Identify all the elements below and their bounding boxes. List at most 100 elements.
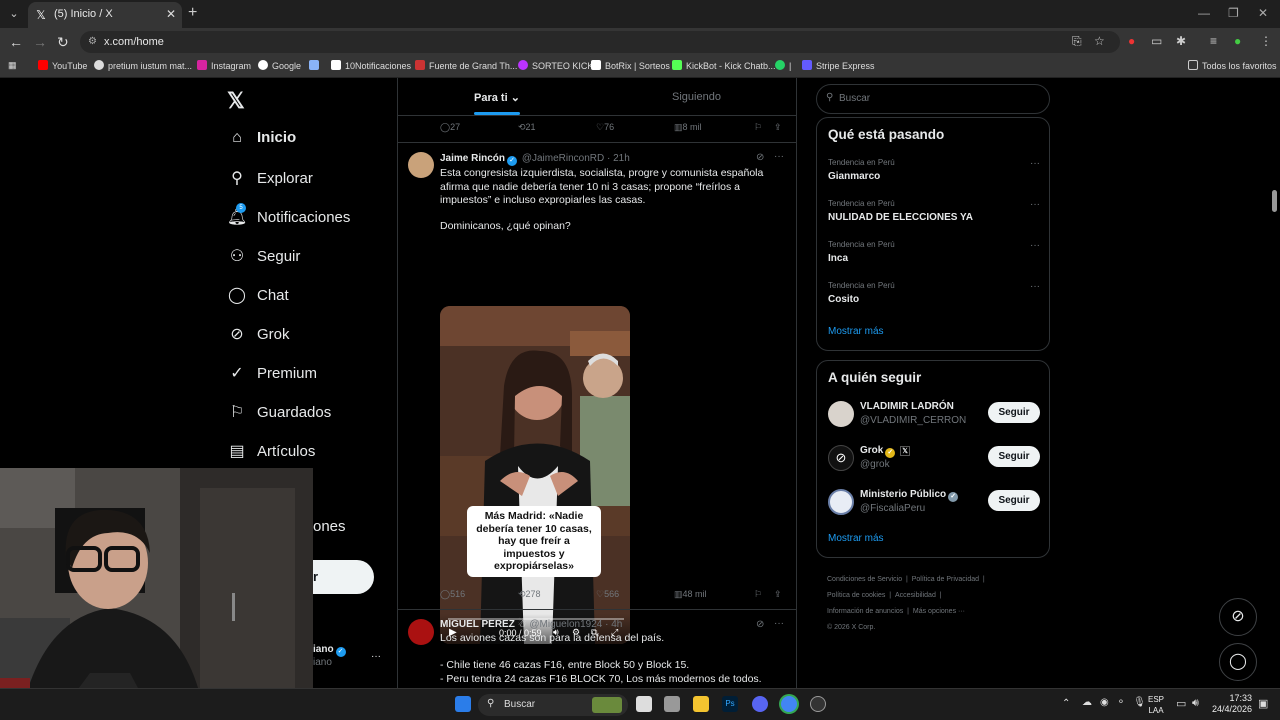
profile-avatar[interactable]: ● [1234, 34, 1241, 48]
trend-item[interactable]: Tendencia en Perú Gianmarco ··· [828, 158, 1040, 182]
search-input[interactable]: ⚲ Buscar [816, 84, 1050, 114]
reply-button[interactable]: ◯ 27 [440, 122, 460, 133]
bookmark-youtube[interactable]: YouTube [38, 60, 87, 71]
star-icon[interactable]: ☆ [1094, 34, 1105, 48]
bookmark-instagram[interactable]: Instagram [197, 60, 251, 71]
avatar[interactable] [408, 619, 434, 645]
all-bookmarks[interactable]: Todos los favoritos [1188, 60, 1277, 71]
views-count[interactable]: ▥ 48 mil [674, 589, 707, 600]
author-name[interactable]: MIGUEL PEREZ [440, 619, 515, 630]
bookmark-whatsapp[interactable]: | [775, 60, 791, 71]
like-button[interactable]: ♡ 566 [596, 589, 619, 600]
follow-button[interactable]: Seguir [988, 446, 1040, 467]
windows-start-icon[interactable] [455, 696, 471, 712]
repost-button[interactable]: ⟲ 21 [518, 122, 536, 133]
footer-link[interactable]: Condiciones de Servicio [827, 576, 902, 583]
tab-para-ti[interactable]: Para ti ⌄ [474, 91, 520, 104]
avatar[interactable] [408, 152, 434, 178]
forward-icon[interactable]: → [33, 34, 47, 50]
footer-link[interactable]: Accesibilidad [895, 592, 936, 599]
sidebar-item-explorar[interactable]: ⚲ Explorar [226, 168, 313, 196]
apps-icon[interactable]: ▦ [8, 60, 17, 71]
back-icon[interactable]: ← [9, 34, 23, 50]
close-tab-icon[interactable]: ✕ [166, 7, 176, 21]
sidebar-item-notificaciones[interactable]: 🔔︎ 5 Notificaciones [226, 203, 350, 235]
tray-icons[interactable]: ☁◉⚬🎙︎ [1082, 697, 1154, 708]
page-scrollbar[interactable] [1272, 190, 1277, 212]
author-handle[interactable]: @JaimeRinconRD [522, 153, 604, 164]
grok-fab-icon[interactable]: ⊘ [1219, 598, 1257, 636]
tweet-jaime-rincon[interactable]: Jaime Rincón ✓ @JaimeRinconRD · 21h ⊘ ···… [398, 143, 796, 644]
suggestion-name[interactable]: Grok ✓ 𝕏 [860, 445, 911, 458]
follow-button[interactable]: Seguir [988, 402, 1040, 423]
discord-icon[interactable] [752, 696, 768, 712]
like-button[interactable]: ♡ 76 [596, 122, 614, 133]
media-icon[interactable]: ≡ [1210, 34, 1217, 48]
extension-icon[interactable]: ▭ [1151, 34, 1162, 48]
suggestion-handle[interactable]: @VLADIMIR_CERRON [860, 415, 966, 426]
avatar[interactable] [828, 401, 854, 427]
trend-item[interactable]: Tendencia en Perú Cosito ··· [828, 281, 1040, 305]
bookmark-google[interactable]: Google [258, 60, 301, 71]
follow-suggestion[interactable]: ⊘ Grok ✓ 𝕏 @grok Seguir [828, 443, 1040, 475]
reload-icon[interactable]: ↻ [57, 34, 69, 51]
install-icon[interactable]: ⎘ [1072, 34, 1082, 49]
address-bar[interactable]: ⚙ x.com/home [80, 31, 1120, 53]
grok-tweet-icon[interactable]: ⊘ [756, 152, 764, 163]
grok-avatar-icon[interactable]: ⊘ [828, 445, 854, 471]
sidebar-item-guardados[interactable]: ⚐ Guardados [226, 402, 331, 430]
share-icon[interactable]: ⇪ [774, 122, 782, 133]
x-logo-icon[interactable]: 𝕏 [227, 88, 245, 114]
footer-link[interactable]: Más opciones ··· [913, 608, 965, 615]
bookmark-pretium[interactable]: pretium iustum mat... [94, 60, 192, 71]
tweet-miguel-perez[interactable]: MIGUEL PEREZ ☃ @Miguelon1924 · 4h ⊘ ··· … [398, 610, 796, 688]
sidebar-item-articulos[interactable]: ▤ Artículos [226, 441, 315, 469]
show-more-link[interactable]: Mostrar más [828, 326, 884, 337]
trend-more-icon[interactable]: ··· [1030, 281, 1040, 292]
extension-red-icon[interactable]: ● [1128, 34, 1135, 48]
views-count[interactable]: ▥ 8 mil [674, 122, 702, 133]
suggestion-name[interactable]: VLADIMIR LADRÓN [860, 401, 954, 412]
minimize-icon[interactable]: — [1198, 6, 1210, 20]
trend-item[interactable]: Tendencia en Perú Inca ··· [828, 240, 1040, 264]
tweet-more-icon[interactable]: ··· [774, 618, 784, 629]
tweet-more-icon[interactable]: ··· [774, 151, 784, 162]
taskbar-search[interactable]: ⚲ Buscar [478, 694, 628, 716]
follow-suggestion[interactable]: VLADIMIR LADRÓN @VLADIMIR_CERRON Seguir [828, 399, 1040, 431]
bookmark-10notificaciones[interactable]: 10Notificaciones [331, 60, 411, 71]
task-view-icon[interactable] [636, 696, 652, 712]
share-icon[interactable]: ⇪ [774, 589, 782, 600]
puzzle-icon[interactable]: ✱ [1176, 34, 1186, 48]
trend-more-icon[interactable]: ··· [1030, 199, 1040, 210]
bookmark-tweet-icon[interactable]: ⚐ [754, 122, 762, 133]
profile-switcher[interactable]: iano ✓ iano ··· [313, 644, 383, 676]
follow-suggestion[interactable]: Ministerio Público ✓ @FiscaliaPeru Seguir [828, 487, 1040, 519]
browser-tab[interactable]: 𝕏 (5) Inicio / X ✕ [28, 2, 182, 28]
repost-button[interactable]: ⟲ 278 [518, 589, 541, 600]
site-info-icon[interactable]: ⚙ [88, 36, 97, 47]
bookmark-grand-theft[interactable]: Fuente de Grand Th... [415, 60, 517, 71]
sidebar-item-inicio[interactable]: ⌂ Inicio [226, 129, 296, 157]
sidebar-item-seguir[interactable]: ⚇ Seguir [226, 246, 301, 274]
trend-more-icon[interactable]: ··· [1030, 240, 1040, 251]
footer-link[interactable]: Política de cookies [827, 592, 885, 599]
app-icon[interactable] [664, 696, 680, 712]
suggestion-handle[interactable]: @FiscaliaPeru [860, 503, 925, 514]
tweet-time[interactable]: · 21h [607, 153, 630, 164]
footer-link[interactable]: Política de Privacidad [912, 576, 979, 583]
grok-tweet-icon[interactable]: ⊘ [756, 619, 764, 630]
follow-button[interactable]: Seguir [988, 490, 1040, 511]
file-explorer-icon[interactable] [693, 696, 709, 712]
chrome-icon[interactable] [781, 696, 797, 712]
new-tab-icon[interactable]: + [188, 4, 197, 22]
bookmark-stripe[interactable]: Stripe Express [802, 60, 875, 71]
sidebar-item-grok[interactable]: ⊘ Grok [226, 324, 289, 352]
profile-more-icon[interactable]: ··· [371, 651, 381, 662]
suggestion-handle[interactable]: @grok [860, 459, 890, 470]
footer-link[interactable]: Información de anuncios [827, 608, 903, 615]
tray-chevron-icon[interactable]: ⌃ [1062, 698, 1070, 709]
tab-siguiendo[interactable]: Siguiendo [672, 91, 721, 103]
bookmark-botrix[interactable]: BotRix | Sorteos [591, 60, 670, 71]
bookmark-sorteo-kick[interactable]: SORTEO KICK [518, 60, 593, 71]
suggestion-name[interactable]: Ministerio Público ✓ [860, 489, 960, 502]
